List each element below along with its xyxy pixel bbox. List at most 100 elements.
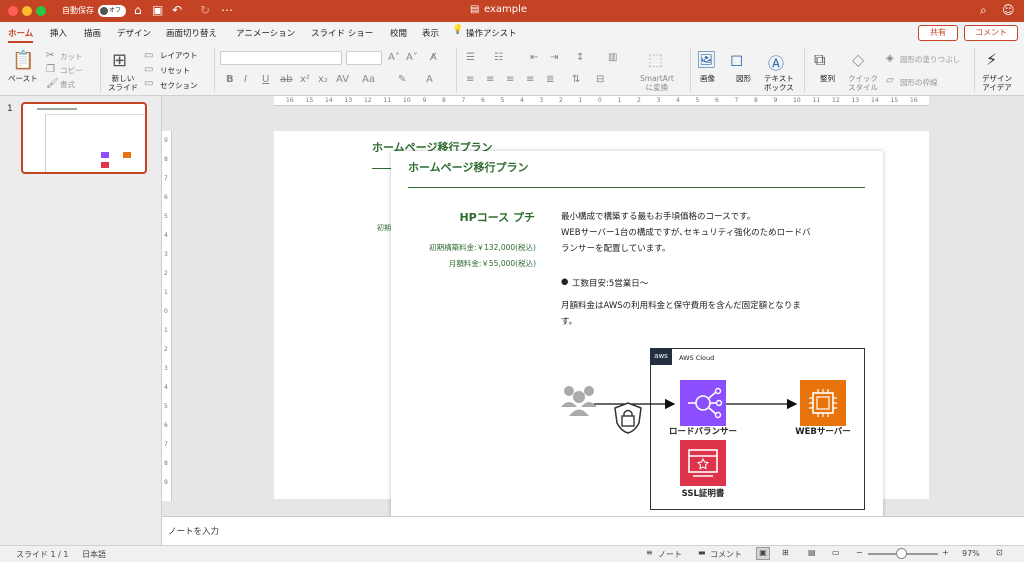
cut-button[interactable]: カット — [60, 51, 83, 62]
reset-icon[interactable]: ▭ — [144, 64, 153, 75]
zoom-in-icon[interactable]: + — [942, 548, 949, 557]
paste-icon[interactable]: 📋 — [12, 50, 34, 71]
tab-design[interactable]: デザイン — [117, 27, 151, 39]
align-left-icon[interactable]: ≡ — [466, 74, 474, 85]
slide-thumbnail[interactable] — [21, 102, 147, 174]
justify-icon[interactable]: ≡ — [526, 74, 534, 85]
tab-home[interactable]: ホーム — [8, 27, 34, 43]
quick-style-icon[interactable]: ◇ — [852, 50, 864, 69]
zoom-out-icon[interactable]: − — [856, 548, 863, 557]
shape-fill-button[interactable]: 図形の塗りつぶし — [900, 54, 960, 65]
decrease-font-icon[interactable]: A˅ — [406, 52, 418, 63]
arrange-button[interactable]: 整列 — [820, 74, 835, 83]
strikethrough-icon[interactable]: ab — [280, 74, 292, 85]
slide-sorter-icon[interactable]: ⊞ — [782, 548, 789, 557]
image-icon[interactable]: 🖼 — [696, 50, 716, 69]
numbering-icon[interactable]: ☷ — [494, 52, 503, 63]
tab-slideshow[interactable]: スライド ショー — [311, 27, 373, 39]
quick-style-button[interactable]: クイック スタイル — [848, 74, 878, 92]
distribute-icon[interactable]: ≣ — [546, 74, 554, 85]
layout-button[interactable]: レイアウト — [160, 51, 198, 60]
shape-icon[interactable]: ◻ — [730, 50, 743, 69]
smartart-button[interactable]: SmartArt に変換 — [640, 74, 674, 92]
copy-icon[interactable]: ❐ — [46, 64, 55, 75]
save-icon[interactable]: ▣ — [152, 3, 163, 17]
undo-icon[interactable]: ↶ — [172, 3, 182, 17]
cut-icon[interactable]: ✂ — [46, 50, 54, 61]
align-text-icon[interactable]: ⊟ — [596, 74, 604, 85]
align-right-icon[interactable]: ≡ — [506, 74, 514, 85]
format-painter-icon[interactable]: 🖌 — [46, 78, 59, 89]
layout-icon[interactable]: ▭ — [144, 50, 153, 61]
format-painter-button[interactable]: 書式 — [60, 79, 75, 90]
tab-animations[interactable]: アニメーション — [236, 27, 295, 39]
new-slide-button[interactable]: 新しい スライド — [108, 74, 138, 92]
tab-insert[interactable]: 挿入 — [50, 27, 67, 39]
reading-view-icon[interactable]: ▤ — [808, 548, 816, 557]
image-button[interactable]: 画像 — [700, 74, 715, 83]
comments-icon[interactable]: ▬ — [698, 548, 706, 557]
align-center-icon[interactable]: ≡ — [486, 74, 494, 85]
font-color-icon[interactable]: A — [426, 74, 433, 85]
paste-button[interactable]: ペースト — [8, 74, 38, 83]
superscript-icon[interactable]: x² — [300, 74, 310, 85]
change-case-icon[interactable]: Aa — [362, 74, 375, 85]
comments-toggle[interactable]: コメント — [710, 549, 742, 560]
shape-fill-icon[interactable]: ◈ — [886, 53, 894, 64]
decrease-indent-icon[interactable]: ⇤ — [530, 52, 538, 63]
search-icon[interactable]: ⌕ — [980, 3, 987, 18]
slide-canvas[interactable]: ホームページ移行プラン HPコース プチ 初期構築料金:￥132,000(税込)… — [391, 151, 883, 519]
slideshow-icon[interactable]: ▭ — [832, 548, 840, 557]
normal-view-icon[interactable]: ▣ — [756, 547, 770, 560]
bullets-icon[interactable]: ☰ — [466, 52, 475, 63]
zoom-slider-thumb[interactable] — [896, 548, 907, 559]
char-spacing-icon[interactable]: AV — [336, 74, 349, 85]
minimize-window-button[interactable] — [22, 6, 32, 16]
font-name-select[interactable] — [220, 51, 342, 65]
document-title[interactable]: example — [484, 4, 527, 15]
zoom-level[interactable]: 97% — [962, 549, 980, 558]
account-icon[interactable]: ☺ — [1002, 3, 1015, 17]
tell-me-button[interactable]: 操作アシスト — [466, 27, 517, 39]
fit-slide-icon[interactable]: ⊡ — [996, 548, 1003, 557]
shape-button[interactable]: 図形 — [736, 74, 751, 83]
notes-toggle[interactable]: ノート — [658, 549, 682, 560]
increase-indent-icon[interactable]: ⇥ — [550, 52, 558, 63]
section-button[interactable]: セクション — [160, 81, 198, 90]
columns-icon[interactable]: ▥ — [608, 52, 617, 63]
font-size-select[interactable] — [346, 51, 382, 65]
home-icon[interactable]: ⌂ — [134, 3, 142, 17]
increase-font-icon[interactable]: A˄ — [388, 52, 400, 63]
shape-outline-button[interactable]: 図形の枠線 — [900, 77, 938, 88]
language[interactable]: 日本語 — [82, 549, 106, 560]
design-ideas-button[interactable]: デザイン アイデア — [982, 74, 1012, 92]
notes-pane[interactable]: ノートを入力 — [162, 516, 1024, 545]
text-direction-icon[interactable]: ⇅ — [572, 74, 580, 85]
italic-icon[interactable]: I — [244, 74, 247, 85]
tab-review[interactable]: 校閲 — [390, 27, 407, 39]
tab-view[interactable]: 表示 — [422, 27, 439, 39]
clear-format-icon[interactable]: A̸ — [430, 52, 437, 63]
comment-button[interactable]: コメント — [964, 25, 1018, 41]
textbox-icon[interactable]: Ⓐ — [768, 50, 784, 74]
close-window-button[interactable] — [8, 6, 18, 16]
reset-button[interactable]: リセット — [160, 66, 190, 75]
underline-icon[interactable]: U — [262, 74, 269, 85]
line-spacing-icon[interactable]: ↕ — [576, 52, 584, 63]
highlight-icon[interactable]: ✎ — [398, 74, 406, 85]
subscript-icon[interactable]: x₂ — [318, 74, 328, 85]
textbox-button[interactable]: テキスト ボックス — [764, 74, 794, 92]
autosave-toggle[interactable]: オフ — [98, 5, 126, 17]
tab-transitions[interactable]: 画面切り替え — [166, 27, 217, 39]
new-slide-icon[interactable]: ⊞ — [112, 50, 127, 71]
share-button[interactable]: 共有 — [918, 25, 958, 41]
smartart-icon[interactable]: ⬚ — [648, 50, 663, 69]
more-icon[interactable]: ⋯ — [221, 3, 233, 17]
bold-icon[interactable]: B — [226, 74, 234, 85]
tab-draw[interactable]: 描画 — [84, 27, 101, 39]
design-ideas-icon[interactable]: ⚡ — [986, 50, 997, 69]
copy-button[interactable]: コピー — [60, 65, 83, 76]
redo-icon[interactable]: ↻ — [200, 3, 210, 17]
zoom-window-button[interactable] — [36, 6, 46, 16]
shape-outline-icon[interactable]: ▱ — [886, 75, 894, 86]
